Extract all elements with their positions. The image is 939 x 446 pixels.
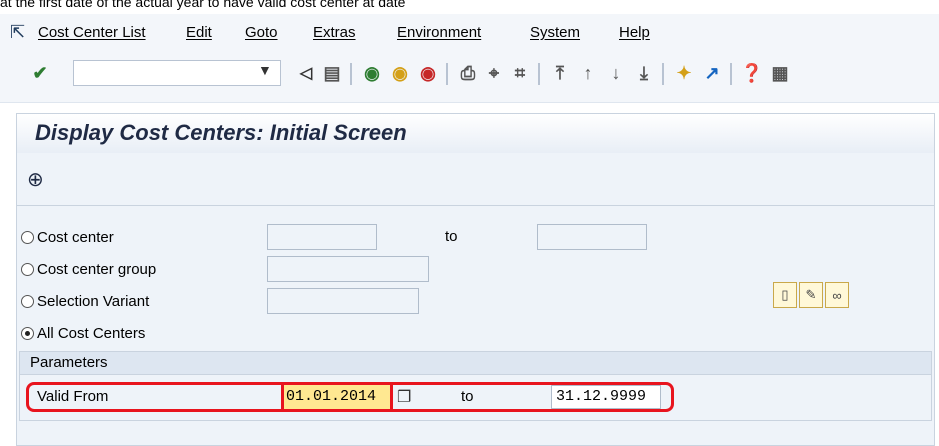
selection-screen: Cost center to Cost center group Selecti… <box>16 205 935 446</box>
menu-extras[interactable]: Extras <box>313 24 356 41</box>
back-arrow-icon[interactable]: ◁ <box>294 61 318 85</box>
toolbar-separator <box>538 63 540 85</box>
radio-button[interactable] <box>21 262 34 276</box>
document-icon: ▯ <box>781 287 789 302</box>
pencil-icon: ✎ <box>805 287 817 302</box>
radio-cost-center-group[interactable]: Cost center group <box>21 258 156 280</box>
first-page-icon[interactable]: ⤒ <box>548 61 572 85</box>
layout-icon[interactable]: ▦ <box>768 61 792 85</box>
title-bar: Display Cost Centers: Initial Screen <box>16 113 935 153</box>
change-variant-button[interactable]: ✎ <box>799 282 823 308</box>
help-icon[interactable]: ❓ <box>740 61 764 85</box>
cost-center-to-label: to <box>445 228 458 245</box>
valid-from-label: Valid From <box>37 388 109 405</box>
chevron-down-icon[interactable]: ▼ <box>258 62 272 78</box>
back-icon[interactable]: ◉ <box>360 61 384 85</box>
radio-button-selected[interactable] <box>21 326 34 340</box>
selection-variant-label: Selection Variant <box>37 292 150 310</box>
cost-center-to-field[interactable] <box>537 224 647 250</box>
last-page-icon[interactable]: ⤓ <box>632 61 656 85</box>
page-title: Display Cost Centers: Initial Screen <box>35 120 407 145</box>
parameters-header: Parameters <box>20 352 931 375</box>
menu-exit-icon[interactable]: ⇱ <box>10 22 25 43</box>
next-page-icon[interactable]: ↓ <box>604 61 628 85</box>
menu-goto[interactable]: Goto <box>245 24 278 41</box>
cost-center-from-field[interactable] <box>267 224 377 250</box>
menu-cost-center-list[interactable]: Cost Center List <box>38 24 146 41</box>
cost-center-group-field[interactable] <box>267 256 429 282</box>
cost-center-label: Cost center <box>37 228 114 246</box>
radio-button[interactable] <box>21 294 34 308</box>
find-next-icon[interactable]: ⌗ <box>508 61 532 85</box>
valid-to-label: to <box>461 388 474 405</box>
display-variant-button[interactable]: ∞ <box>825 282 849 308</box>
previous-page-icon[interactable]: ↑ <box>576 61 600 85</box>
execute-icon[interactable]: ⊕ <box>27 167 44 192</box>
enter-icon[interactable]: ✔ <box>28 61 52 85</box>
find-icon[interactable]: ⌖ <box>482 61 506 85</box>
print-icon[interactable]: ⎙ <box>456 61 480 85</box>
cancel-icon[interactable]: ◉ <box>416 61 440 85</box>
cost-center-group-label: Cost center group <box>37 260 157 278</box>
toolbar-separator <box>730 63 732 85</box>
all-cost-centers-label: All Cost Centers <box>37 324 146 342</box>
exit-icon[interactable]: ◉ <box>388 61 412 85</box>
command-field[interactable] <box>73 60 281 86</box>
application-toolbar: ⊕ <box>16 153 935 205</box>
toolbar-separator <box>662 63 664 85</box>
toolbar-separator <box>350 63 352 85</box>
new-session-icon[interactable]: ✦ <box>672 61 696 85</box>
menu-system[interactable]: System <box>530 24 580 41</box>
save-icon[interactable]: ▤ <box>320 61 344 85</box>
menu-bar: ⇱ Cost Center List Edit Goto Extras Envi… <box>0 14 939 50</box>
menu-help[interactable]: Help <box>619 24 650 41</box>
valid-to-field[interactable]: 31.12.9999 <box>551 385 661 409</box>
radio-selection-variant[interactable]: Selection Variant <box>21 290 149 312</box>
selection-variant-field[interactable] <box>267 288 419 314</box>
toolbar-separator <box>446 63 448 85</box>
standard-toolbar: ✔ ▼ ◁ ▤ ◉ ◉ ◉ ⎙ ⌖ ⌗ ⤒ ↑ ↓ ⤓ ✦ ↗ ❓ ▦ <box>0 50 939 103</box>
radio-button[interactable] <box>21 230 34 244</box>
parameters-group: Parameters Valid From 01.01.2014 ❐ to 31… <box>19 351 932 421</box>
radio-cost-center[interactable]: Cost center <box>21 226 114 248</box>
shortcut-icon[interactable]: ↗ <box>700 61 724 85</box>
glasses-icon: ∞ <box>832 287 842 303</box>
radio-all-cost-centers[interactable]: All Cost Centers <box>21 322 145 344</box>
parameters-title: Parameters <box>30 354 108 371</box>
valid-from-field[interactable]: 01.01.2014 <box>281 385 393 409</box>
calendar-icon[interactable]: ❐ <box>397 387 411 407</box>
valid-from-row-highlight: Valid From 01.01.2014 ❐ to 31.12.9999 <box>26 382 674 412</box>
menu-environment[interactable]: Environment <box>397 24 481 41</box>
menu-edit[interactable]: Edit <box>186 24 212 41</box>
create-variant-button[interactable]: ▯ <box>773 282 797 308</box>
caption-text: at the first date of the actual year to … <box>0 0 406 10</box>
